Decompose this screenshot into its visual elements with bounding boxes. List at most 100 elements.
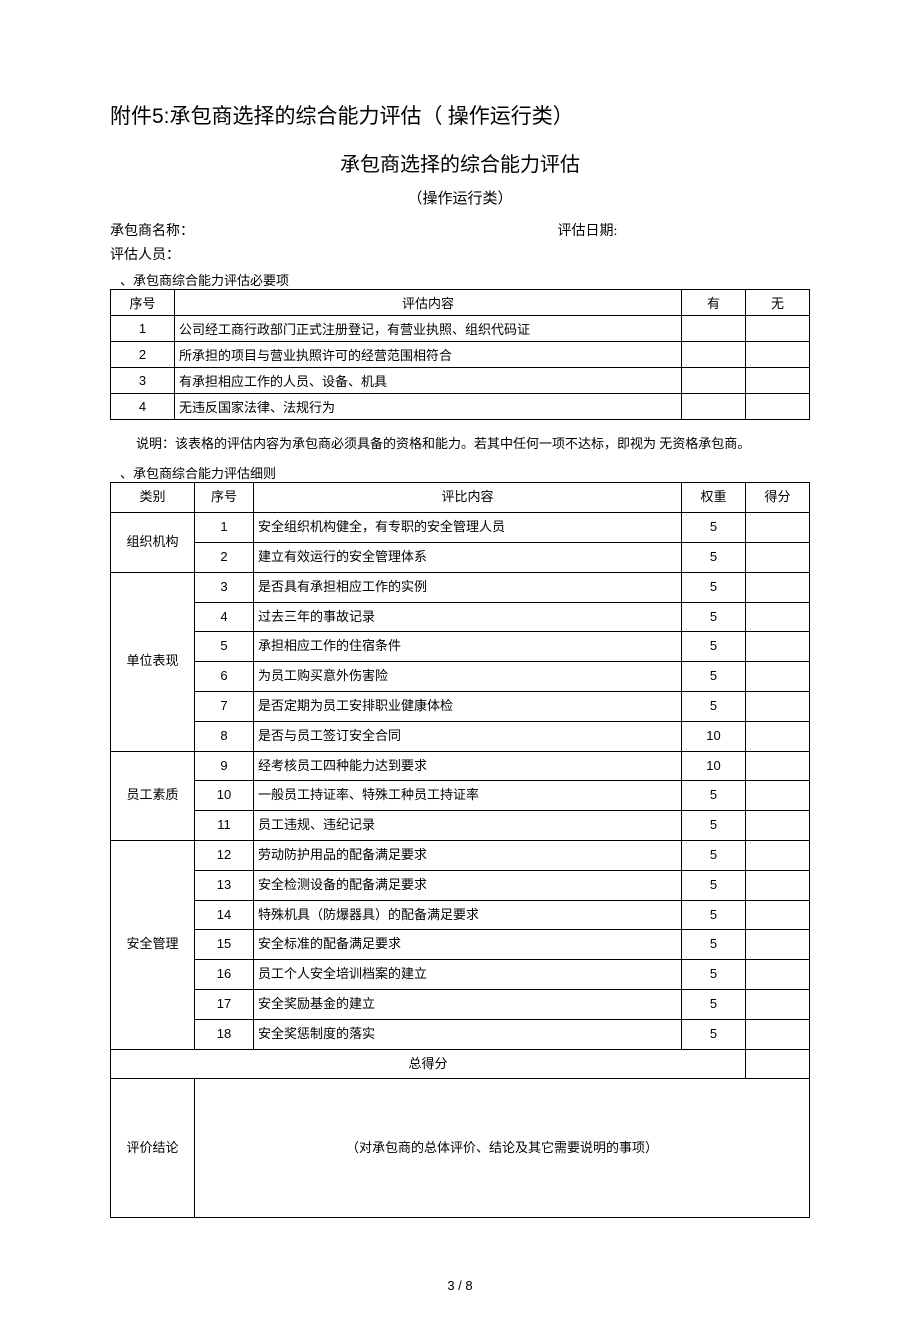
cell-yes[interactable]	[682, 342, 746, 368]
cell-no[interactable]	[746, 368, 810, 394]
cell-score[interactable]	[746, 632, 810, 662]
cell-score[interactable]	[746, 1019, 810, 1049]
cell-weight: 5	[682, 602, 746, 632]
cell-index: 4	[195, 602, 254, 632]
cell-index: 18	[195, 1019, 254, 1049]
cell-content: 有承担相应工作的人员、设备、机具	[175, 368, 682, 394]
cell-score[interactable]	[746, 960, 810, 990]
cell-score[interactable]	[746, 989, 810, 1019]
cell-score[interactable]	[746, 542, 810, 572]
heading1-num: 5:	[152, 105, 170, 128]
table-row: 11员工违规、违纪记录5	[111, 811, 810, 841]
cell-weight: 5	[682, 930, 746, 960]
meta-row-2: 评估人员：	[110, 244, 810, 264]
cell-content: 无违反国家法律、法规行为	[175, 394, 682, 420]
cell-yes[interactable]	[682, 316, 746, 342]
table-row: 员工素质9经考核员工四种能力达到要求10	[111, 751, 810, 781]
col-index: 序号	[195, 483, 254, 513]
cell-index: 12	[195, 840, 254, 870]
col-no: 无	[746, 290, 810, 316]
table-row: 18安全奖惩制度的落实5	[111, 1019, 810, 1049]
cell-index: 1	[195, 513, 254, 543]
table-row: 14特殊机具（防爆器具）的配备满足要求5	[111, 900, 810, 930]
date-label: 评估日期:	[558, 220, 618, 240]
cell-index: 3	[195, 572, 254, 602]
cell-score[interactable]	[746, 721, 810, 751]
cell-score[interactable]	[746, 781, 810, 811]
section1-label: 、承包商综合能力评估必要项	[120, 270, 810, 289]
table-row: 4无违反国家法律、法规行为	[111, 394, 810, 420]
col-seq: 序号	[111, 290, 175, 316]
cell-weight: 5	[682, 632, 746, 662]
cell-weight: 5	[682, 1019, 746, 1049]
table-row: 8是否与员工签订安全合同10	[111, 721, 810, 751]
cell-yes[interactable]	[682, 394, 746, 420]
cell-category: 员工素质	[111, 751, 195, 840]
cell-score[interactable]	[746, 513, 810, 543]
cell-weight: 5	[682, 662, 746, 692]
cell-weight: 5	[682, 691, 746, 721]
cell-content: 公司经工商行政部门正式注册登记，有营业执照、组织代码证	[175, 316, 682, 342]
cell-score[interactable]	[746, 572, 810, 602]
conclusion-label: 评价结论	[111, 1079, 195, 1218]
meta-row-1: 承包商名称： 评估日期:	[110, 220, 810, 240]
cell-no[interactable]	[746, 394, 810, 420]
table-row: 5承担相应工作的住宿条件5	[111, 632, 810, 662]
cell-index: 15	[195, 930, 254, 960]
cell-index: 5	[195, 632, 254, 662]
cell-seq: 1	[111, 316, 175, 342]
cell-index: 17	[195, 989, 254, 1019]
cell-item: 安全检测设备的配备满足要求	[254, 870, 682, 900]
cell-score[interactable]	[746, 930, 810, 960]
cell-weight: 5	[682, 811, 746, 841]
cell-score[interactable]	[746, 691, 810, 721]
cell-weight: 5	[682, 900, 746, 930]
total-score[interactable]	[746, 1049, 810, 1079]
cell-no[interactable]	[746, 316, 810, 342]
cell-category: 组织机构	[111, 513, 195, 573]
doc-title: 承包商选择的综合能力评估	[110, 148, 810, 177]
cell-content: 所承担的项目与营业执照许可的经营范围相符合	[175, 342, 682, 368]
cell-seq: 3	[111, 368, 175, 394]
table-row: 组织机构1安全组织机构健全，有专职的安全管理人员5	[111, 513, 810, 543]
note: 说明：该表格的评估内容为承包商必须具备的资格和能力。若其中任何一项不达标，即视为…	[110, 432, 810, 455]
conclusion-body[interactable]: （对承包商的总体评价、结论及其它需要说明的事项）	[195, 1079, 810, 1218]
page: 附件5:承包商选择的综合能力评估（ 操作运行类） 承包商选择的综合能力评估 （操…	[0, 0, 920, 1333]
cell-item: 安全组织机构健全，有专职的安全管理人员	[254, 513, 682, 543]
table-row: 17安全奖励基金的建立5	[111, 989, 810, 1019]
cell-index: 6	[195, 662, 254, 692]
total-label: 总得分	[111, 1049, 746, 1079]
cell-score[interactable]	[746, 870, 810, 900]
cell-score[interactable]	[746, 662, 810, 692]
col-content: 评估内容	[175, 290, 682, 316]
table-header-row: 类别 序号 评比内容 权重 得分	[111, 483, 810, 513]
cell-yes[interactable]	[682, 368, 746, 394]
col-yes: 有	[682, 290, 746, 316]
cell-score[interactable]	[746, 900, 810, 930]
table-row: 2建立有效运行的安全管理体系5	[111, 542, 810, 572]
conclusion-row: 评价结论（对承包商的总体评价、结论及其它需要说明的事项）	[111, 1079, 810, 1218]
cell-score[interactable]	[746, 811, 810, 841]
cell-item: 员工违规、违纪记录	[254, 811, 682, 841]
cell-weight: 5	[682, 513, 746, 543]
cell-item: 是否具有承担相应工作的实例	[254, 572, 682, 602]
cell-no[interactable]	[746, 342, 810, 368]
cell-item: 经考核员工四种能力达到要求	[254, 751, 682, 781]
detail-table: 类别 序号 评比内容 权重 得分 组织机构1安全组织机构健全，有专职的安全管理人…	[110, 482, 810, 1218]
cell-score[interactable]	[746, 602, 810, 632]
cell-weight: 10	[682, 751, 746, 781]
cell-index: 9	[195, 751, 254, 781]
cell-score[interactable]	[746, 840, 810, 870]
cell-index: 16	[195, 960, 254, 990]
col-score: 得分	[746, 483, 810, 513]
doc-subtitle: （操作运行类）	[110, 187, 810, 208]
cell-item: 安全奖励基金的建立	[254, 989, 682, 1019]
cell-weight: 5	[682, 781, 746, 811]
table-header-row: 序号 评估内容 有 无	[111, 290, 810, 316]
cell-score[interactable]	[746, 751, 810, 781]
cell-weight: 5	[682, 840, 746, 870]
cell-index: 14	[195, 900, 254, 930]
cell-index: 7	[195, 691, 254, 721]
heading1-prefix: 附件	[110, 104, 152, 128]
table-row: 10一般员工持证率、特殊工种员工持证率5	[111, 781, 810, 811]
